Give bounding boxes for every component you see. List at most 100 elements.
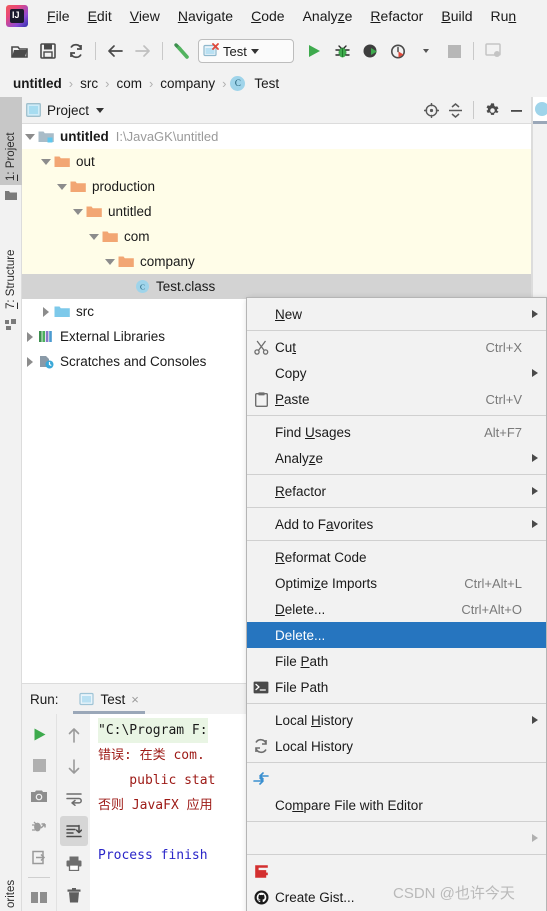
menu-item-create-gist-gitlab[interactable] bbox=[247, 858, 546, 884]
breadcrumb-item-project[interactable]: untitled bbox=[10, 76, 65, 91]
collapse-all-icon[interactable] bbox=[444, 99, 466, 121]
soft-wrap-icon[interactable] bbox=[60, 784, 88, 814]
tree-row[interactable]: production bbox=[22, 174, 531, 199]
menu-item-label: Refactor bbox=[275, 483, 327, 499]
menu-item-paste[interactable]: Paste Ctrl+V bbox=[247, 386, 546, 412]
settings-gear-icon[interactable] bbox=[481, 99, 503, 121]
menu-refactor[interactable]: Refactor bbox=[361, 5, 432, 27]
libraries-icon bbox=[38, 329, 55, 345]
menu-item-analyze[interactable]: Analyze bbox=[247, 445, 546, 471]
export-icon[interactable] bbox=[25, 843, 53, 872]
run-tab-test[interactable]: Test × bbox=[72, 684, 145, 714]
module-folder-icon bbox=[38, 129, 55, 145]
close-icon[interactable]: × bbox=[131, 692, 139, 707]
chevron-down-icon[interactable] bbox=[102, 258, 118, 265]
scroll-to-end-icon[interactable] bbox=[59, 816, 88, 846]
arrow-up-icon[interactable] bbox=[60, 720, 88, 750]
chevron-down-icon[interactable] bbox=[70, 208, 86, 215]
layout-icon[interactable] bbox=[25, 883, 53, 911]
editor-tab-test[interactable] bbox=[533, 97, 547, 124]
chevron-down-icon[interactable] bbox=[54, 183, 70, 190]
run-play-icon[interactable] bbox=[300, 38, 328, 64]
trash-icon[interactable] bbox=[60, 880, 88, 910]
run-configuration-selector[interactable]: Test bbox=[198, 39, 294, 63]
chevron-down-icon[interactable] bbox=[22, 133, 38, 140]
menu-navigate[interactable]: Navigate bbox=[169, 5, 242, 27]
menu-item-label: New bbox=[275, 306, 303, 322]
tree-row[interactable]: out bbox=[22, 149, 531, 174]
context-menu[interactable]: New Cut Ctrl+X Copy Paste Ctrl+V Find Us… bbox=[246, 297, 547, 911]
menu-item-file-path[interactable]: File Path bbox=[247, 648, 546, 674]
menu-item-add-to-favorites[interactable]: Add to Favorites bbox=[247, 511, 546, 537]
menu-item-local-history[interactable]: Local History bbox=[247, 707, 546, 733]
chevron-right-icon[interactable] bbox=[22, 331, 38, 342]
screenshot-camera-icon[interactable] bbox=[25, 782, 53, 811]
scroll-from-source-icon[interactable] bbox=[420, 99, 442, 121]
breadcrumb-item-src[interactable]: src bbox=[77, 76, 101, 91]
tree-row[interactable]: com bbox=[22, 224, 531, 249]
sidebar-item-project[interactable]: 1: Project bbox=[0, 97, 22, 185]
menu-item-label: Local History bbox=[275, 712, 354, 728]
folder-orange-icon bbox=[54, 154, 71, 170]
menu-item-copy[interactable]: Copy bbox=[247, 360, 546, 386]
menu-item-show-in-explorer[interactable]: Delete... bbox=[247, 622, 546, 648]
tree-row[interactable]: untitled bbox=[22, 199, 531, 224]
menu-code[interactable]: Code bbox=[242, 5, 293, 27]
toolbar-separator bbox=[95, 42, 96, 60]
menu-analyze[interactable]: Analyze bbox=[294, 5, 362, 27]
breadcrumb-item-company[interactable]: company bbox=[157, 76, 218, 91]
menu-view[interactable]: View bbox=[121, 5, 169, 27]
menu-file[interactable]: File bbox=[38, 5, 79, 27]
chevron-right-icon[interactable] bbox=[38, 306, 54, 317]
compare-icon bbox=[247, 772, 275, 786]
save-all-icon[interactable] bbox=[34, 38, 62, 64]
tree-row[interactable]: company bbox=[22, 249, 531, 274]
menu-item-new[interactable]: New bbox=[247, 301, 546, 327]
sidebar-item-favorites[interactable]: orites bbox=[0, 842, 22, 911]
breadcrumb-item-com[interactable]: com bbox=[113, 76, 145, 91]
run-with-coverage-icon[interactable] bbox=[356, 38, 384, 64]
menu-item-optimize-imports[interactable]: Optimize Imports Ctrl+Alt+L bbox=[247, 570, 546, 596]
menu-edit[interactable]: Edit bbox=[79, 5, 121, 27]
menu-run[interactable]: Run bbox=[482, 5, 526, 27]
profiler-icon[interactable] bbox=[384, 38, 412, 64]
profiler-dropdown-icon[interactable] bbox=[412, 38, 440, 64]
chevron-down-icon[interactable] bbox=[250, 48, 259, 54]
forward-arrow-icon bbox=[129, 38, 157, 64]
menu-item-label: Find Usages bbox=[275, 424, 351, 440]
debug-bug-icon[interactable] bbox=[328, 38, 356, 64]
stop-square-icon[interactable] bbox=[25, 751, 53, 780]
chevron-down-icon[interactable] bbox=[38, 158, 54, 165]
menu-build[interactable]: Build bbox=[432, 5, 481, 27]
rerun-play-icon[interactable] bbox=[25, 720, 53, 749]
back-arrow-icon[interactable] bbox=[101, 38, 129, 64]
arrow-down-icon[interactable] bbox=[60, 752, 88, 782]
main-toolbar: Test bbox=[0, 33, 547, 69]
chevron-right-icon[interactable] bbox=[22, 356, 38, 367]
menu-item-find-usages[interactable]: Find Usages Alt+F7 bbox=[247, 419, 546, 445]
menu-item-refactor[interactable]: Refactor bbox=[247, 478, 546, 504]
menu-item-open-in-terminal[interactable]: File Path bbox=[247, 674, 546, 700]
run-tab-label: Test bbox=[100, 691, 126, 707]
rerun-failed-tests-icon[interactable] bbox=[25, 813, 53, 842]
print-icon[interactable] bbox=[60, 848, 88, 878]
menu-item-reload-from-disk[interactable]: Local History bbox=[247, 733, 546, 759]
project-panel-actions bbox=[420, 99, 527, 121]
chevron-down-icon[interactable] bbox=[86, 233, 102, 240]
run-gutter-right bbox=[56, 714, 90, 911]
menu-item-reformat-code[interactable]: Reformat Code bbox=[247, 544, 546, 570]
sidebar-item-structure[interactable]: 7: Structure bbox=[0, 213, 22, 313]
breadcrumb: untitled › src › com › company › C Test bbox=[0, 69, 547, 97]
menu-item-compare-with[interactable] bbox=[247, 766, 546, 792]
open-project-icon[interactable] bbox=[6, 38, 34, 64]
hide-minimize-icon[interactable] bbox=[505, 99, 527, 121]
tree-row[interactable]: C Test.class bbox=[22, 274, 531, 299]
chevron-down-icon[interactable] bbox=[96, 107, 105, 113]
tree-row[interactable]: untitled I:\JavaGK\untitled bbox=[22, 124, 531, 149]
menu-item-cut[interactable]: Cut Ctrl+X bbox=[247, 334, 546, 360]
breadcrumb-item-test[interactable]: Test bbox=[251, 76, 282, 91]
menu-item-delete[interactable]: Delete... Ctrl+Alt+O bbox=[247, 596, 546, 622]
build-hammer-icon[interactable] bbox=[168, 38, 196, 64]
sync-refresh-icon[interactable] bbox=[62, 38, 90, 64]
menu-item-compare-file-with-editor[interactable]: Compare File with Editor bbox=[247, 792, 546, 818]
